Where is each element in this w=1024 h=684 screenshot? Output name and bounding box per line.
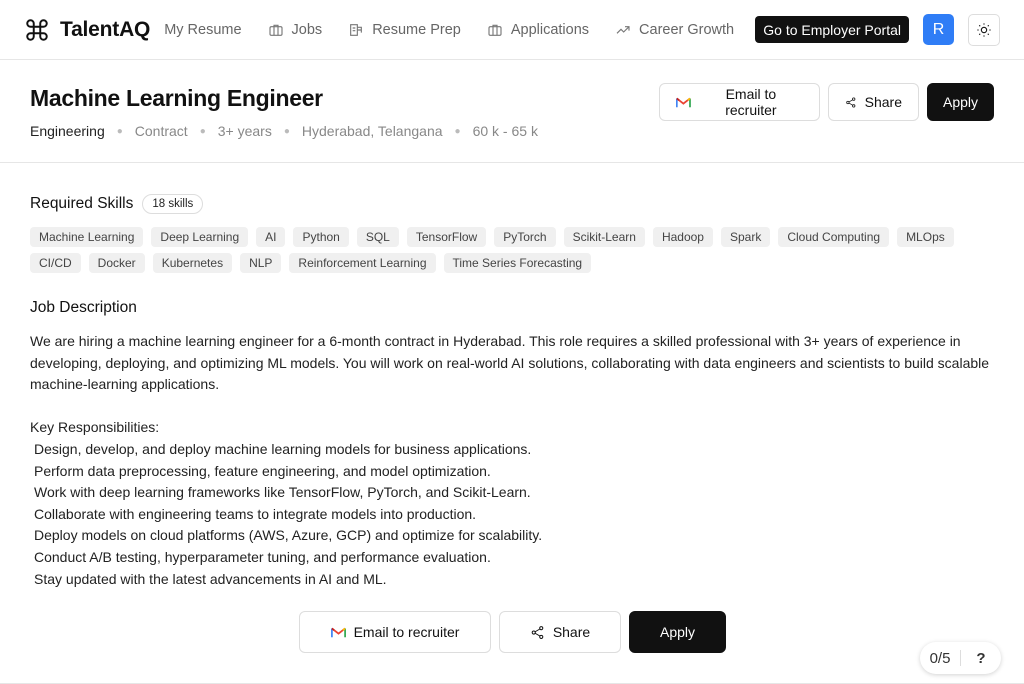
top-nav: TalentAQ My Resume Jobs Resume Prep Appl…	[0, 0, 1024, 60]
separator-dot: ●	[454, 125, 461, 137]
description-body: We are hiring a machine learning enginee…	[30, 331, 990, 590]
gmail-icon	[676, 97, 691, 107]
skill-chip: Scikit-Learn	[563, 227, 645, 247]
skill-chip: Docker	[88, 253, 145, 273]
employer-portal-button[interactable]: Go to Employer Portal	[755, 16, 909, 43]
skill-chip: CI/CD	[30, 253, 81, 273]
briefcase-icon	[488, 24, 502, 36]
skill-chip: TensorFlow	[406, 227, 487, 247]
job-salary: 60 k - 65 k	[472, 123, 538, 139]
progress-counter-widget[interactable]: 0/5 ?	[920, 642, 1001, 674]
skill-chip: SQL	[356, 227, 399, 247]
logo[interactable]: TalentAQ	[24, 17, 150, 43]
nav-jobs-label: Jobs	[291, 21, 323, 38]
apply-button-bottom[interactable]: Apply	[629, 611, 726, 653]
separator-dot: ●	[199, 125, 206, 137]
skills-header: Required Skills 18 skills	[30, 194, 204, 214]
skill-chip: Python	[293, 227, 349, 247]
skill-chip: Reinforcement Learning	[289, 253, 436, 273]
email-recruiter-label: Email to recruiter	[353, 624, 460, 640]
nav-jobs[interactable]: Jobs	[268, 21, 323, 38]
theme-toggle-button[interactable]	[968, 13, 1000, 46]
skill-chip: Cloud Computing	[778, 227, 890, 247]
nav-resume-prep-label: Resume Prep	[372, 21, 461, 38]
skills-count-badge: 18 skills	[142, 194, 204, 214]
skill-chip: Spark	[720, 227, 771, 247]
share-icon	[531, 625, 544, 639]
skill-chip: PyTorch	[494, 227, 556, 247]
nav-career-growth-label: Career Growth	[639, 21, 735, 38]
job-header: Machine Learning Engineer Engineering ● …	[0, 61, 1024, 163]
skill-chip: Deep Learning	[151, 227, 249, 247]
trend-up-icon	[616, 25, 630, 34]
responsibility-item: Work with deep learning frameworks like …	[34, 484, 531, 501]
responsibility-item: Deploy models on cloud platforms (AWS, A…	[34, 527, 543, 544]
sun-icon	[977, 22, 991, 37]
progress-counter[interactable]: 0/5	[920, 650, 960, 667]
skills-list: Machine Learning Deep Learning AI Python SQL…	[30, 227, 990, 273]
job-type: Contract	[134, 123, 188, 139]
briefcase-icon	[268, 24, 283, 36]
responsibilities-list: Design, develop, and deploy machine lear…	[30, 439, 990, 590]
job-title: Machine Learning Engineer	[30, 85, 323, 111]
avatar[interactable]: R	[923, 14, 954, 45]
nav-career-growth[interactable]: Career Growth	[615, 22, 734, 38]
nav-resume-prep[interactable]: Resume Prep	[348, 22, 461, 38]
nav-my-resume-label: My Resume	[164, 21, 242, 38]
responsibility-item: Collaborate with engineering teams to in…	[34, 505, 477, 522]
share-button-bottom[interactable]: Share	[499, 611, 621, 653]
skill-chip: Hadoop	[652, 227, 713, 247]
document-check-icon	[350, 23, 363, 36]
email-recruiter-button-bottom[interactable]: Email to recruiter	[299, 611, 491, 653]
skill-chip: MLOps	[897, 227, 954, 247]
share-icon	[846, 97, 856, 107]
separator-dot: ●	[116, 125, 123, 137]
share-label: Share	[552, 624, 591, 640]
responsibility-item: Conduct A/B testing, hyperparameter tuni…	[34, 548, 491, 565]
job-meta: Engineering ● Contract ● 3+ years ● Hyde…	[30, 123, 538, 139]
description-intro: We are hiring a machine learning enginee…	[30, 333, 990, 393]
job-location: Hyderabad, Telangana	[301, 123, 443, 139]
separator-dot: ●	[283, 125, 290, 137]
skill-chip: Kubernetes	[152, 253, 233, 273]
apply-button[interactable]: Apply	[927, 83, 994, 121]
nav-applications[interactable]: Applications	[487, 22, 589, 38]
nav-my-resume[interactable]: My Resume	[164, 22, 241, 38]
skill-chip: AI	[256, 227, 286, 247]
bottom-actions: Email to recruiter Share Apply	[299, 611, 726, 653]
logo-text: TalentAQ	[60, 17, 151, 41]
nav-applications-label: Applications	[510, 21, 590, 38]
job-department: Engineering	[30, 123, 105, 139]
responsibilities-heading: Key Responsibilities:	[30, 419, 160, 436]
email-recruiter-button[interactable]: Email to recruiter	[659, 83, 820, 121]
share-label: Share	[864, 94, 902, 110]
responsibility-item: Design, develop, and deploy machine lear…	[34, 440, 532, 457]
command-logo-icon	[26, 18, 48, 41]
share-button[interactable]: Share	[828, 83, 919, 121]
responsibility-item: Stay updated with the latest advancement…	[34, 570, 387, 587]
gmail-icon	[330, 627, 346, 637]
responsibility-item: Perform data preprocessing, feature engi…	[34, 462, 491, 479]
skill-chip: NLP	[240, 253, 282, 273]
skill-chip: Machine Learning	[30, 227, 144, 247]
description-title: Job Description	[30, 299, 137, 316]
skills-title: Required Skills	[30, 195, 134, 212]
skill-chip: Time Series Forecasting	[443, 253, 592, 273]
job-experience: 3+ years	[217, 123, 272, 139]
help-button[interactable]: ?	[961, 650, 1001, 667]
email-recruiter-label: Email to recruiter	[725, 86, 777, 118]
